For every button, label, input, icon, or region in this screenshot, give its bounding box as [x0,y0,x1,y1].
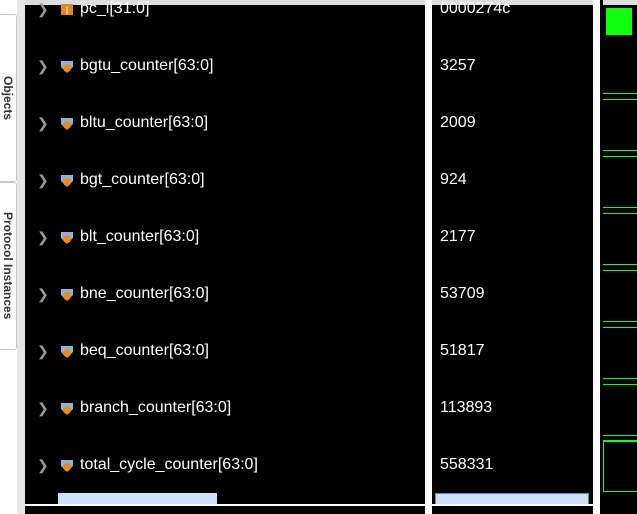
expand-chevron-icon[interactable]: ❯ [37,341,49,361]
variable-icon [60,401,74,415]
signal-row[interactable]: ❯ blt_counter[63:0] [25,227,425,247]
signal-row[interactable]: ❯ beq_counter[63:0] [25,341,425,361]
bus-waveform-line [603,384,637,385]
bus-waveform-line [603,327,637,328]
bus-waveform-line [603,99,637,100]
signal-row[interactable]: ❯ total_cycle_counter[63:0] [25,455,425,475]
bus-waveform-line [603,435,637,436]
expand-chevron-icon[interactable]: ❯ [37,170,49,190]
bus-waveform-line [603,270,637,271]
input-port-icon: I [60,2,74,17]
expand-chevron-icon[interactable]: ❯ [37,227,49,247]
expand-chevron-icon[interactable]: ❯ [37,398,49,418]
tab-objects[interactable]: Objects [0,14,17,182]
signal-value: 2009 [440,114,476,131]
signal-name: bgtu_counter[63:0] [80,57,214,74]
tab-protocol-instances-label: Protocol Instances [1,212,15,320]
bus-waveform-line [603,321,637,322]
waveform-panel[interactable] [600,0,637,514]
pc-waveform [606,8,632,35]
signal-row[interactable]: ❯ bne_counter[63:0] [25,284,425,304]
variable-icon [60,173,74,187]
variable-icon [60,59,74,73]
signal-name: total_cycle_counter[63:0] [80,456,258,473]
variable-icon [60,116,74,130]
expand-chevron-icon[interactable]: ❯ [37,56,49,76]
signal-row[interactable]: ❯ bltu_counter[63:0] [25,113,425,133]
signal-value: 2177 [440,228,476,245]
signal-row[interactable]: ❯ branch_counter[63:0] [25,398,425,418]
tab-protocol-instances[interactable]: Protocol Instances [0,182,17,350]
signal-name: bne_counter[63:0] [80,285,209,302]
signal-value: 0000274c [440,0,511,17]
signal-value: 113893 [440,399,493,416]
bus-waveform-line [603,93,637,94]
expand-chevron-icon[interactable]: ❯ [37,455,49,475]
expand-chevron-icon[interactable]: ❯ [37,0,49,19]
signal-row[interactable]: ❯ Ipc_i[31:0] [25,0,425,19]
variable-icon [60,287,74,301]
variable-icon [60,230,74,244]
signal-name: bltu_counter[63:0] [80,114,209,131]
bus-waveform-line [603,264,637,265]
variable-icon [60,458,74,472]
signal-value: 3257 [440,57,476,74]
svg-text:I: I [66,6,69,16]
signal-row[interactable]: ❯ bgt_counter[63:0] [25,170,425,190]
bus-waveform-line [603,156,637,157]
bus-waveform-line [603,213,637,214]
signal-name: bgt_counter[63:0] [80,171,205,188]
signal-value: 53709 [440,285,485,302]
time-ruler [603,0,637,5]
expand-chevron-icon[interactable]: ❯ [37,113,49,133]
bus-waveform-line [603,150,637,151]
signal-value: 924 [440,171,467,188]
signal-name-panel: ❯ Ipc_i[31:0] ❯ bgtu_counter[63:0] ❯ bltu_cou… [25,0,425,514]
signal-name: branch_counter[63:0] [80,399,232,416]
signal-row[interactable]: ❯ bgtu_counter[63:0] [25,56,425,76]
expand-chevron-icon[interactable]: ❯ [37,284,49,304]
signal-name: pc_i[31:0] [80,0,150,17]
side-tab-bar: Objects Protocol Instances [0,0,17,514]
signal-value: 558331 [440,456,494,473]
name-hscrollbar[interactable] [58,493,217,504]
total-cycle-waveform [603,440,637,492]
panel-divider [17,0,25,514]
value-bottom-border [432,504,593,506]
bus-waveform-line [603,378,637,379]
signal-name: blt_counter[63:0] [80,228,200,245]
signal-name: beq_counter[63:0] [80,342,209,359]
bus-waveform-line [603,207,637,208]
name-bottom-border [25,504,425,506]
tab-objects-label: Objects [1,75,15,120]
signal-value: 51817 [440,342,485,359]
variable-icon [60,344,74,358]
signal-value-panel: 0000274c 3257 2009 924 2177 53709 51817 113893 5… [432,0,593,514]
